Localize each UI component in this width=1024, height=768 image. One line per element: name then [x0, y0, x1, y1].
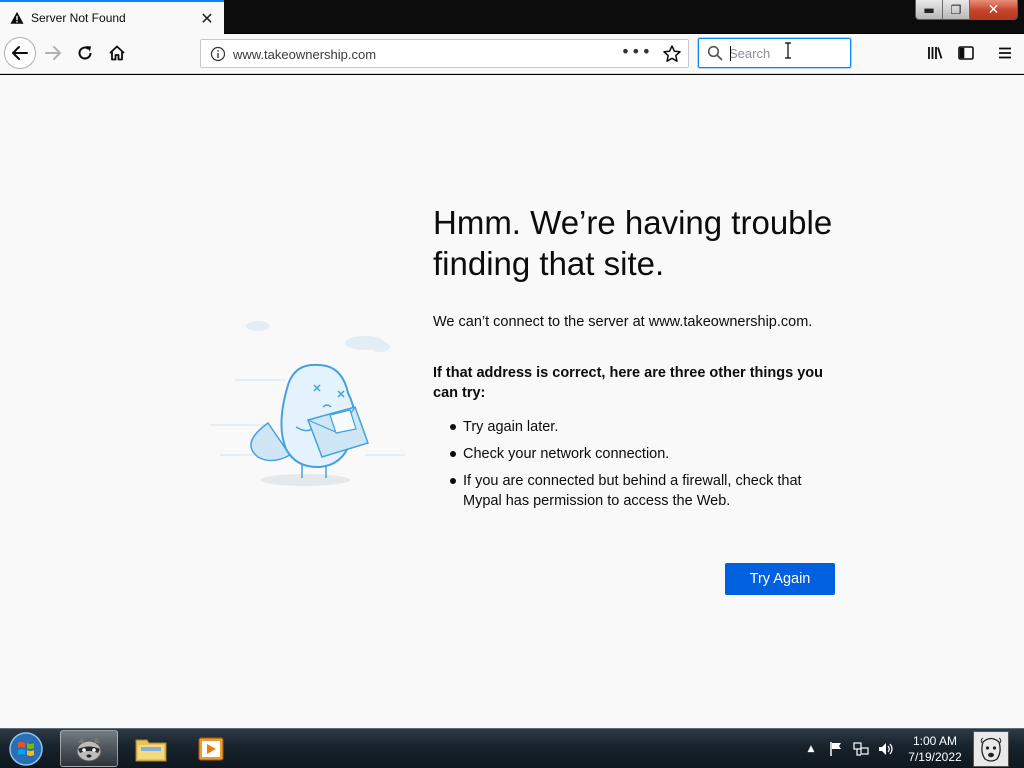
bookmark-star-icon[interactable] — [662, 44, 682, 64]
reload-icon — [78, 46, 92, 60]
forward-button[interactable] — [38, 38, 68, 68]
home-button[interactable] — [102, 38, 132, 68]
folder-icon — [135, 739, 167, 761]
taskbar-item-explorer[interactable] — [122, 730, 180, 767]
raccoon-browser-icon — [76, 736, 102, 761]
address-bar[interactable]: www.takeownership.com ••• — [200, 39, 689, 68]
flag-icon — [830, 742, 841, 756]
window-controls: ▬ ❐ ✕ — [915, 0, 1018, 20]
error-heading: Hmm. We’re having trouble finding that s… — [433, 204, 833, 282]
media-player-icon — [198, 737, 224, 760]
tab-close-icon[interactable]: ✕ — [196, 7, 218, 29]
taskbar-item-media-player[interactable] — [182, 730, 240, 767]
hamburger-menu-icon — [999, 47, 1011, 59]
error-page: Hmm. We’re having trouble finding that s… — [0, 75, 1024, 728]
suggestion-item: Check your network connection. — [433, 444, 833, 464]
navigation-toolbar: www.takeownership.com ••• — [0, 34, 1024, 74]
network-button[interactable] — [850, 729, 872, 768]
sidebar-icon — [958, 46, 974, 60]
url-text[interactable]: www.takeownership.com — [233, 47, 376, 62]
home-icon — [109, 45, 125, 61]
maximize-button[interactable]: ❐ — [943, 0, 970, 19]
taskbar: ▲ 1:00 AM 7/19/2022 — [0, 728, 1024, 768]
menu-button[interactable] — [990, 38, 1020, 68]
reload-button[interactable] — [70, 38, 100, 68]
warning-icon — [10, 11, 24, 24]
back-arrow-icon — [12, 46, 28, 60]
mouse-ibeam-cursor-icon — [785, 42, 791, 59]
taskbar-item-mypal[interactable] — [60, 730, 118, 767]
windows-orb-icon — [9, 732, 43, 766]
suggestion-item: Try again later. — [433, 417, 833, 437]
close-window-button[interactable]: ✕ — [970, 0, 1017, 19]
clock-time: 1:00 AM — [912, 734, 958, 748]
page-actions-icon[interactable]: ••• — [621, 42, 652, 61]
minimize-button[interactable]: ▬ — [916, 0, 943, 19]
tab-server-not-found[interactable]: Server Not Found ✕ — [0, 0, 224, 34]
error-description: We can’t connect to the server at www.ta… — [433, 314, 813, 330]
network-icon — [853, 742, 869, 756]
search-icon — [707, 45, 723, 61]
site-info-icon[interactable] — [210, 46, 226, 62]
sidebar-button[interactable] — [951, 38, 981, 68]
suggestion-item: If you are connected but behind a firewa… — [433, 471, 833, 511]
action-center-flag-button[interactable] — [826, 729, 846, 768]
confused-creature-illustration — [210, 321, 405, 486]
tab-title: Server Not Found — [31, 11, 126, 25]
library-button[interactable] — [920, 38, 950, 68]
show-hidden-icons-button[interactable]: ▲ — [803, 729, 819, 768]
forward-arrow-icon — [45, 46, 61, 60]
face-sketch-icon — [974, 732, 1008, 766]
try-again-button[interactable]: Try Again — [725, 563, 835, 595]
search-bar[interactable] — [698, 38, 851, 68]
text-caret — [730, 46, 731, 61]
clock[interactable]: 1:00 AM 7/19/2022 — [902, 733, 968, 765]
start-button[interactable] — [3, 730, 49, 768]
tab-strip: Server Not Found ✕ ▬ ❐ ✕ — [0, 0, 1024, 34]
suggestions-list: Try again later. Check your network conn… — [433, 417, 833, 518]
suggestions-heading: If that address is correct, here are thr… — [433, 365, 823, 401]
library-icon — [928, 47, 943, 59]
back-button[interactable] — [4, 37, 36, 69]
user-avatar-thumbnail[interactable] — [973, 731, 1009, 767]
speaker-icon — [879, 743, 893, 755]
clock-date: 7/19/2022 — [908, 750, 962, 764]
volume-button[interactable] — [875, 729, 897, 768]
